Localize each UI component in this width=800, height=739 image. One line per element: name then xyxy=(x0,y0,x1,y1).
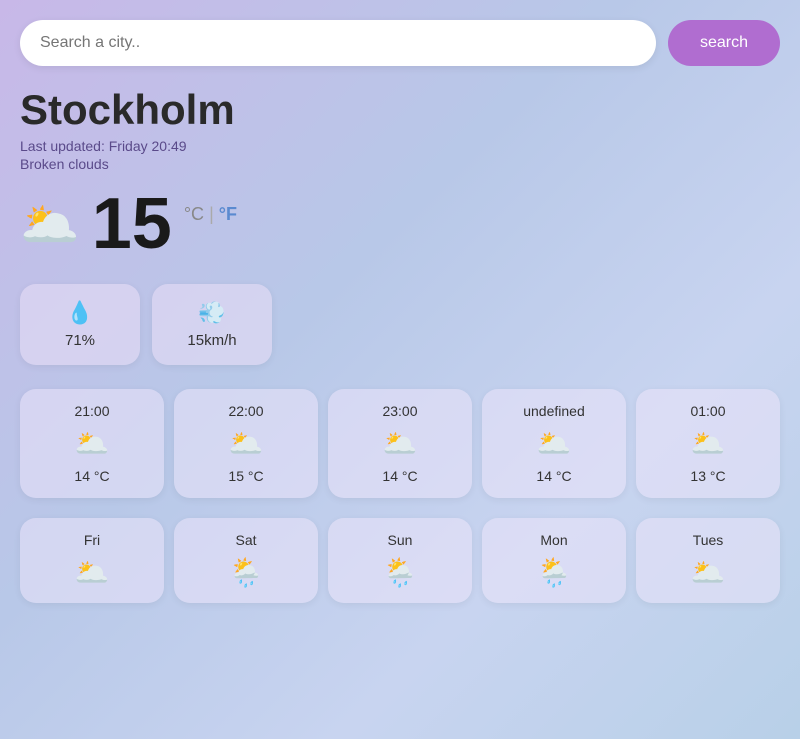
hourly-icon: 🌥️ xyxy=(691,427,726,460)
daily-row: Fri 🌥️ Sat 🌦️ Sun 🌦️ Mon 🌦️ Tues 🌥️ xyxy=(20,518,780,603)
daily-icon: 🌥️ xyxy=(75,556,110,589)
unit-toggle: °C | °F xyxy=(184,204,237,225)
hourly-time: 21:00 xyxy=(74,403,109,419)
search-input[interactable] xyxy=(20,20,656,66)
hourly-row: 21:00 🌥️ 14 °C 22:00 🌥️ 15 °C 23:00 🌥️ 1… xyxy=(20,389,780,498)
hourly-time: 01:00 xyxy=(690,403,725,419)
daily-day: Sat xyxy=(235,532,256,548)
hourly-card: 22:00 🌥️ 15 °C xyxy=(174,389,318,498)
hourly-time: 22:00 xyxy=(228,403,263,419)
humidity-value: 71% xyxy=(65,332,95,349)
hourly-time: undefined xyxy=(523,403,585,419)
hourly-icon: 🌥️ xyxy=(537,427,572,460)
hourly-temp: 13 °C xyxy=(690,468,725,484)
fahrenheit-unit[interactable]: °F xyxy=(219,204,237,224)
daily-card: Mon 🌦️ xyxy=(482,518,626,603)
daily-card: Sat 🌦️ xyxy=(174,518,318,603)
hourly-icon: 🌥️ xyxy=(75,427,110,460)
daily-icon: 🌥️ xyxy=(691,556,726,589)
daily-card: Sun 🌦️ xyxy=(328,518,472,603)
stats-row: 💧 71% 💨 15km/h xyxy=(20,284,780,365)
temperature-display: 15 xyxy=(92,188,172,260)
hourly-icon: 🌥️ xyxy=(383,427,418,460)
hourly-temp: 14 °C xyxy=(536,468,571,484)
daily-icon: 🌦️ xyxy=(229,556,264,589)
city-info: Stockholm Last updated: Friday 20:49 Bro… xyxy=(20,86,780,172)
hourly-card: 23:00 🌥️ 14 °C xyxy=(328,389,472,498)
humidity-card: 💧 71% xyxy=(20,284,140,365)
search-button[interactable]: search xyxy=(668,20,780,66)
hourly-time: 23:00 xyxy=(382,403,417,419)
daily-card: Fri 🌥️ xyxy=(20,518,164,603)
daily-day: Mon xyxy=(540,532,567,548)
hourly-card: undefined 🌥️ 14 °C xyxy=(482,389,626,498)
hourly-temp: 14 °C xyxy=(74,468,109,484)
condition: Broken clouds xyxy=(20,156,780,172)
last-updated: Last updated: Friday 20:49 xyxy=(20,138,780,154)
hourly-temp: 14 °C xyxy=(382,468,417,484)
hourly-card: 21:00 🌥️ 14 °C xyxy=(20,389,164,498)
city-name: Stockholm xyxy=(20,86,780,134)
main-weather-icon: 🌥️ xyxy=(20,196,80,253)
temperature-row: 🌥️ 15 °C | °F xyxy=(20,188,780,260)
daily-icon: 🌦️ xyxy=(537,556,572,589)
search-bar: search xyxy=(20,20,780,66)
wind-card: 💨 15km/h xyxy=(152,284,272,365)
daily-day: Sun xyxy=(388,532,413,548)
daily-day: Tues xyxy=(693,532,724,548)
hourly-card: 01:00 🌥️ 13 °C xyxy=(636,389,780,498)
wind-icon: 💨 xyxy=(198,300,225,326)
celsius-unit[interactable]: °C xyxy=(184,204,204,224)
daily-card: Tues 🌥️ xyxy=(636,518,780,603)
wind-value: 15km/h xyxy=(187,332,236,349)
hourly-icon: 🌥️ xyxy=(229,427,264,460)
daily-icon: 🌦️ xyxy=(383,556,418,589)
hourly-temp: 15 °C xyxy=(228,468,263,484)
daily-day: Fri xyxy=(84,532,100,548)
humidity-icon: 💧 xyxy=(66,300,93,326)
